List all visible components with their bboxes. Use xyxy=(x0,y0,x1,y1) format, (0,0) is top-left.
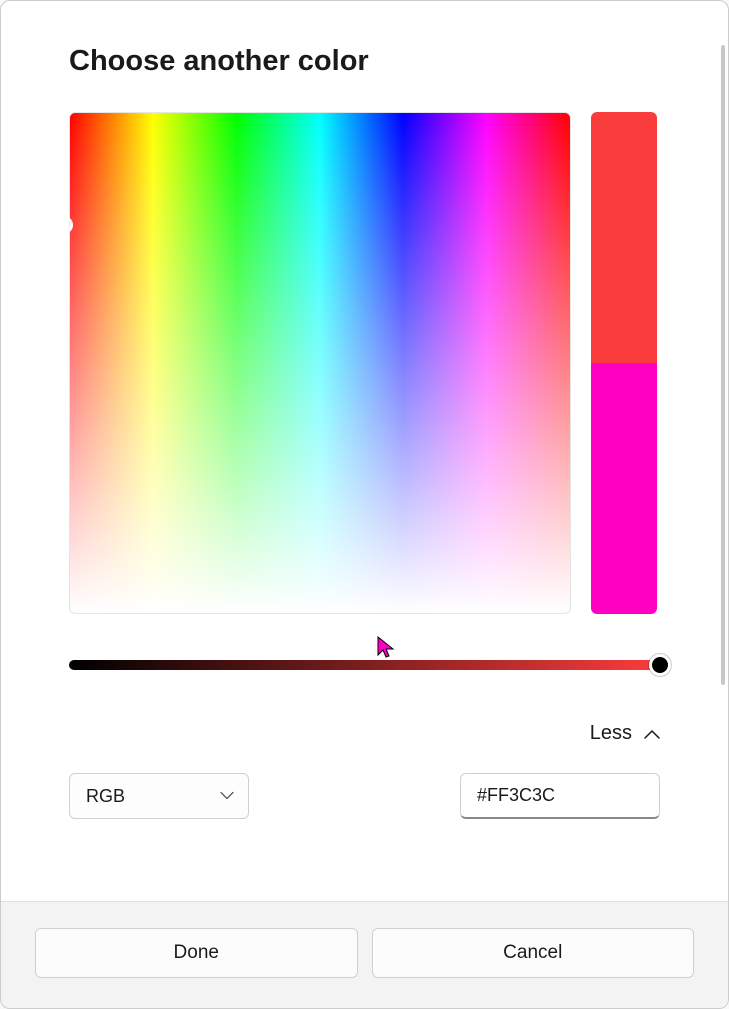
dialog-content: Choose another color Less RGB xyxy=(1,1,728,901)
value-slider[interactable] xyxy=(69,656,660,674)
spectrum-canvas[interactable] xyxy=(69,112,571,614)
previous-color-swatch[interactable] xyxy=(591,363,657,614)
color-swatches xyxy=(591,112,657,614)
inputs-row: RGB xyxy=(69,773,660,819)
current-color-swatch[interactable] xyxy=(591,112,657,363)
color-model-select[interactable]: RGB xyxy=(69,773,249,819)
color-picker-dialog: Choose another color Less RGB xyxy=(0,0,729,1009)
chevron-down-icon xyxy=(220,792,234,801)
chevron-up-icon xyxy=(644,729,660,739)
dialog-title: Choose another color xyxy=(69,45,660,78)
dialog-footer: Done Cancel xyxy=(1,901,728,1008)
toggle-details[interactable]: Less xyxy=(69,722,660,745)
picker-row xyxy=(69,112,660,614)
done-button[interactable]: Done xyxy=(35,928,358,978)
scrollbar[interactable] xyxy=(721,45,725,685)
value-slider-thumb[interactable] xyxy=(649,654,671,676)
toggle-details-label: Less xyxy=(590,722,632,745)
spectrum-thumb[interactable] xyxy=(55,216,73,234)
cancel-button[interactable]: Cancel xyxy=(372,928,695,978)
hex-input[interactable] xyxy=(460,773,660,819)
value-slider-track xyxy=(69,660,660,670)
color-model-value: RGB xyxy=(86,786,125,807)
